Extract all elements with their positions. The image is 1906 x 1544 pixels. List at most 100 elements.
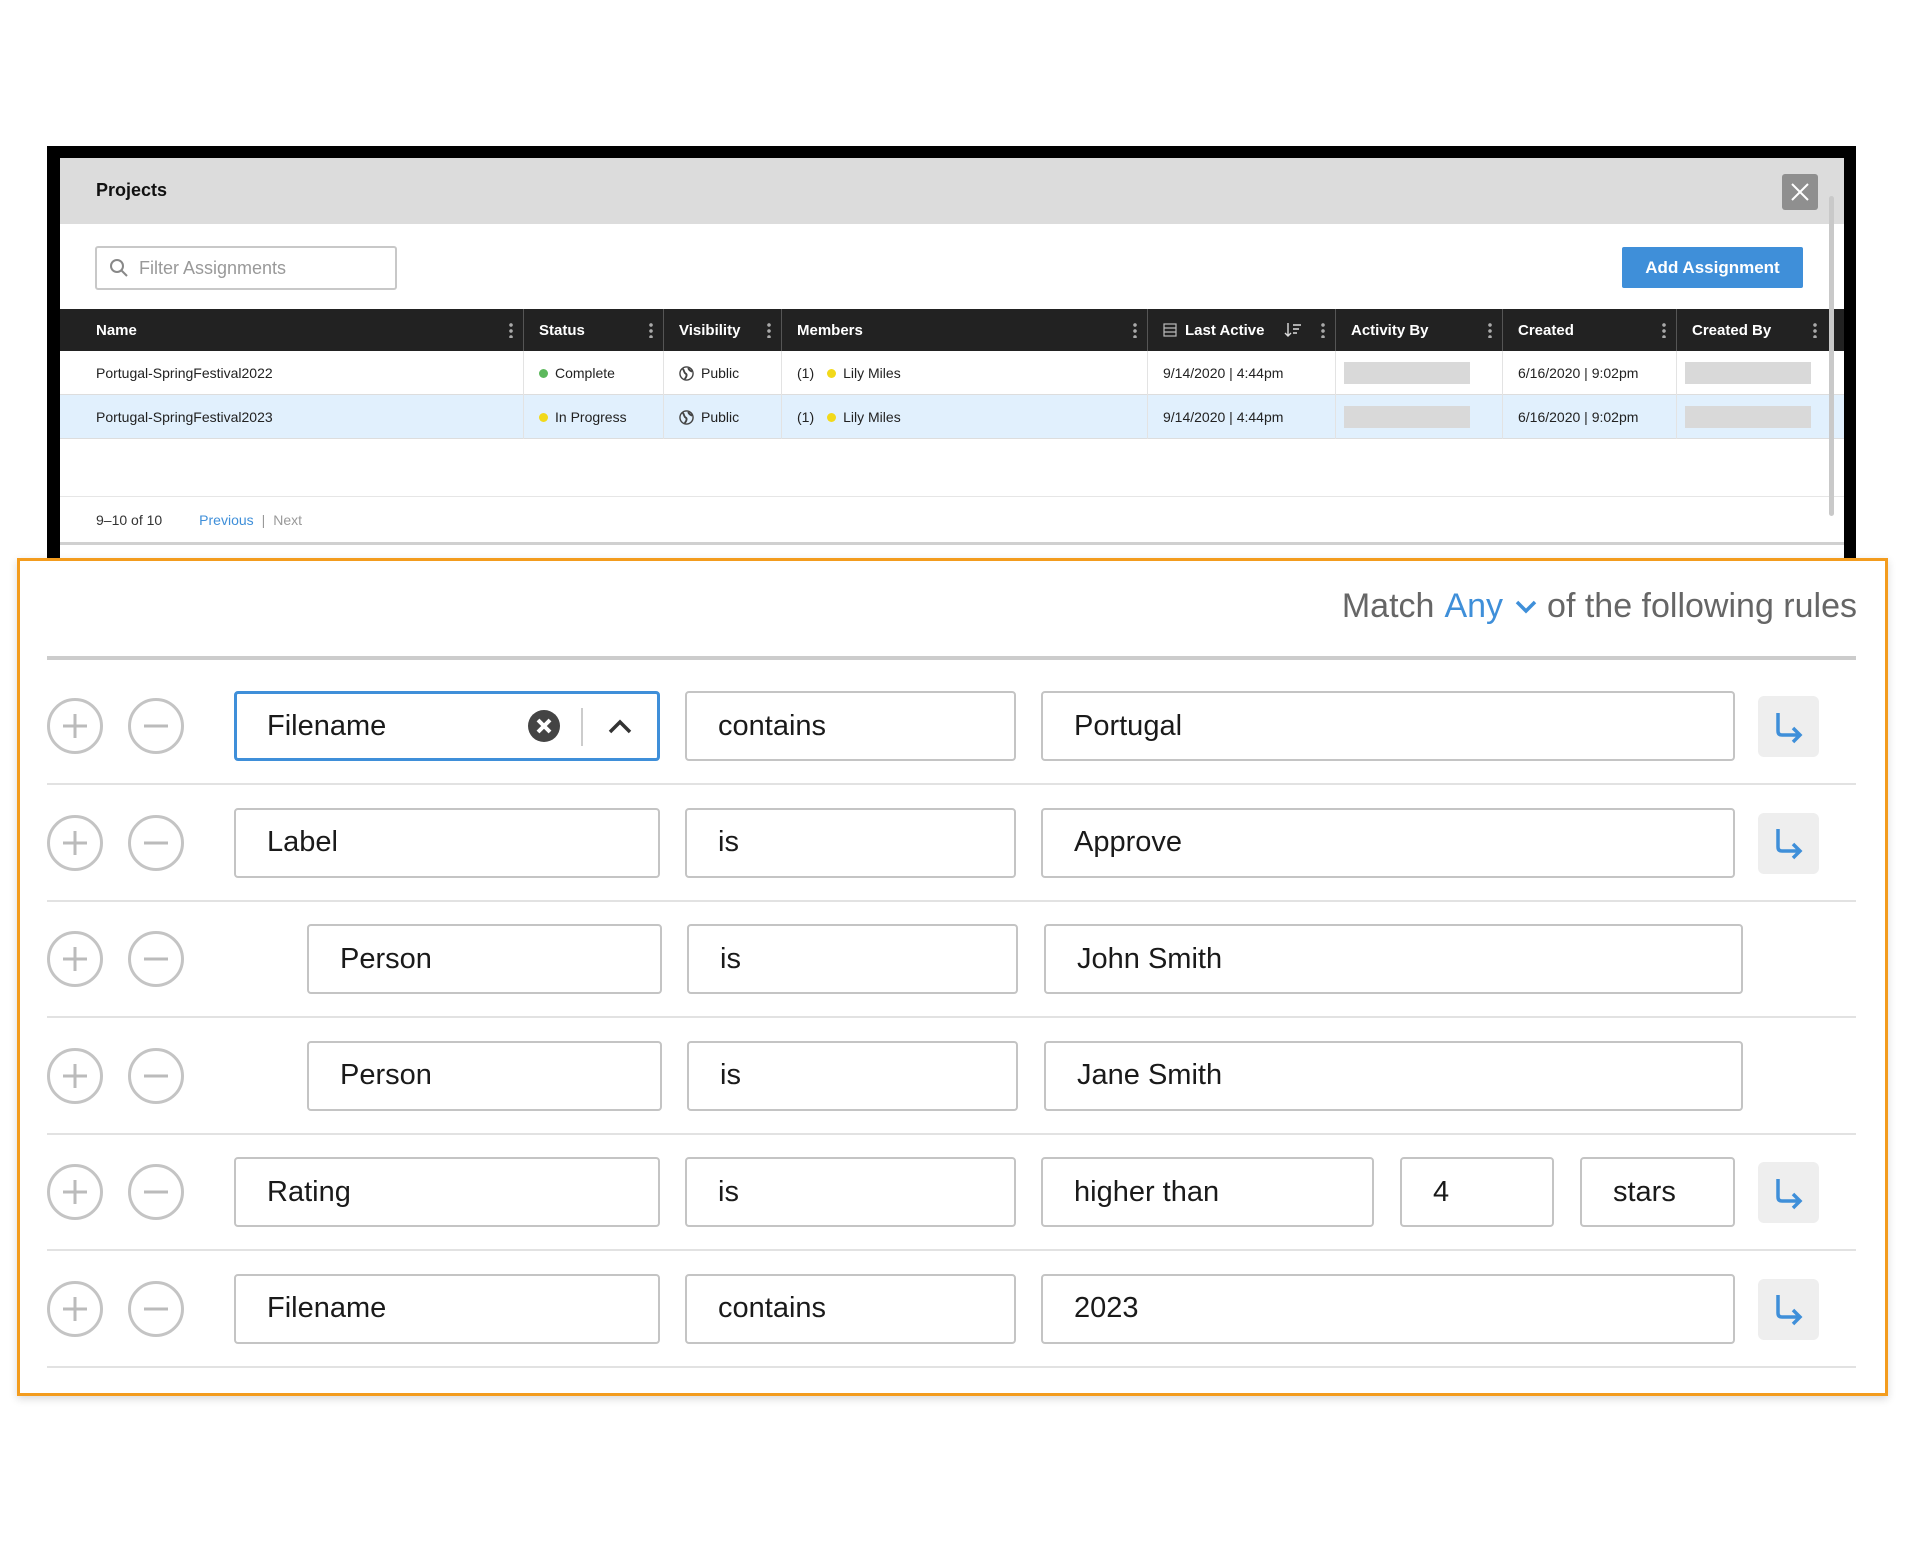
- visibility-text: Public: [701, 365, 740, 381]
- nest-rule-button[interactable]: [1758, 696, 1819, 757]
- plus-icon: [63, 714, 87, 738]
- column-label: Name: [96, 321, 137, 339]
- table-header: Name Status Visibility Members Last Acti…: [60, 309, 1844, 351]
- field-select[interactable]: Filename: [234, 1273, 660, 1344]
- column-menu-icon[interactable]: [1133, 322, 1137, 338]
- nest-rule-button[interactable]: [1758, 1278, 1819, 1340]
- column-label: Created: [1518, 321, 1574, 339]
- member-dot-icon: [827, 412, 837, 422]
- column-label: Status: [539, 321, 585, 339]
- column-menu-icon[interactable]: [649, 322, 653, 338]
- column-header-visibility[interactable]: Visibility: [664, 309, 782, 351]
- column-menu-icon[interactable]: [1813, 322, 1817, 338]
- cell-created-by: [1677, 395, 1827, 439]
- remove-rule-button[interactable]: [128, 1164, 184, 1220]
- cell-status: Complete: [524, 351, 664, 395]
- match-mode-dropdown[interactable]: Any: [1444, 587, 1537, 626]
- operator-select[interactable]: is: [687, 924, 1018, 994]
- table-row[interactable]: Portugal-SpringFestival2022 Complete Publi…: [60, 351, 1844, 395]
- match-rule-header: Match Any of the following rules: [1342, 587, 1857, 626]
- comparison-value: higher than: [1074, 1175, 1220, 1208]
- comparison-select[interactable]: higher than: [1041, 1157, 1374, 1227]
- rule-row: Filename contains Portugal: [47, 669, 1856, 785]
- value-input[interactable]: John Smith: [1044, 924, 1743, 994]
- column-header-created[interactable]: Created: [1503, 309, 1677, 351]
- operator-select[interactable]: contains: [685, 691, 1016, 761]
- column-menu-icon[interactable]: [1321, 322, 1325, 338]
- remove-rule-button[interactable]: [128, 698, 184, 754]
- operator-value: is: [718, 826, 739, 858]
- remove-rule-button[interactable]: [128, 1047, 184, 1104]
- cell-created: 6/16/2020 | 9:02pm: [1503, 351, 1677, 395]
- field-select[interactable]: Label: [234, 807, 660, 878]
- nest-rule-button[interactable]: [1758, 812, 1819, 874]
- rule-row: Person is Jane Smith: [47, 1019, 1856, 1135]
- operator-select[interactable]: is: [687, 1040, 1018, 1111]
- rating-number-input[interactable]: 4: [1400, 1157, 1554, 1227]
- column-header-status[interactable]: Status: [524, 309, 664, 351]
- add-assignment-button[interactable]: Add Assignment: [1622, 247, 1803, 288]
- operator-select[interactable]: contains: [685, 1273, 1016, 1344]
- cell-members: (1) Lily Miles: [782, 395, 1148, 439]
- field-value: Person: [340, 1059, 432, 1091]
- rule-row: Label is Approve: [47, 786, 1856, 902]
- operator-select[interactable]: is: [685, 807, 1016, 878]
- filter-assignments-field[interactable]: [95, 246, 397, 290]
- column-menu-icon[interactable]: [767, 322, 771, 338]
- clear-icon[interactable]: [527, 709, 561, 743]
- remove-rule-button[interactable]: [128, 1280, 184, 1337]
- previous-link[interactable]: Previous: [199, 512, 253, 528]
- project-name[interactable]: Portugal-SpringFestival2023: [96, 409, 273, 425]
- select-divider: [581, 708, 583, 746]
- column-header-last-active[interactable]: Last Active: [1148, 309, 1336, 351]
- value-input[interactable]: Jane Smith: [1044, 1040, 1743, 1111]
- close-icon: [1791, 183, 1809, 201]
- operator-value: is: [720, 942, 741, 975]
- value-input[interactable]: Approve: [1041, 807, 1735, 878]
- member-dot-icon: [827, 368, 837, 378]
- operator-select[interactable]: is: [685, 1157, 1016, 1227]
- close-button[interactable]: [1782, 174, 1818, 210]
- add-rule-button[interactable]: [47, 931, 103, 987]
- table-row[interactable]: Portugal-SpringFestival2023 In Progress Pu…: [60, 395, 1844, 439]
- next-link[interactable]: Next: [273, 512, 302, 528]
- remove-rule-button[interactable]: [128, 931, 184, 987]
- column-menu-icon[interactable]: [1488, 322, 1492, 338]
- add-rule-button[interactable]: [47, 814, 103, 871]
- minus-icon: [144, 1074, 168, 1077]
- rule-value: 2023: [1074, 1292, 1139, 1324]
- column-header-activity-by[interactable]: Activity By: [1336, 309, 1503, 351]
- panel-header: Projects: [60, 158, 1844, 224]
- operator-value: contains: [718, 1292, 827, 1324]
- rule-value: Approve: [1074, 826, 1183, 858]
- value-input[interactable]: 2023: [1041, 1273, 1735, 1344]
- value-input[interactable]: Portugal: [1041, 691, 1735, 761]
- column-header-name[interactable]: Name: [60, 309, 524, 351]
- field-select[interactable]: Person: [307, 1040, 662, 1111]
- add-rule-button[interactable]: [47, 698, 103, 754]
- column-label: Visibility: [679, 321, 741, 339]
- field-select[interactable]: Filename: [234, 691, 660, 761]
- filter-assignments-input[interactable]: [139, 257, 379, 279]
- cell-members: (1) Lily Miles: [782, 351, 1148, 395]
- field-select[interactable]: Rating: [234, 1157, 660, 1227]
- column-header-created-by[interactable]: Created By: [1677, 309, 1827, 351]
- operator-value: is: [720, 1059, 741, 1091]
- field-select[interactable]: Person: [307, 924, 662, 994]
- unit-select[interactable]: stars: [1580, 1157, 1735, 1227]
- nest-rule-button[interactable]: [1758, 1162, 1819, 1223]
- rules-panel: Match Any of the following rules Filenam…: [17, 558, 1888, 1396]
- add-rule-button[interactable]: [47, 1280, 103, 1337]
- add-rule-button[interactable]: [47, 1047, 103, 1104]
- column-header-members[interactable]: Members: [782, 309, 1148, 351]
- column-label: Members: [797, 321, 863, 339]
- column-menu-icon[interactable]: [1662, 322, 1666, 338]
- remove-rule-button[interactable]: [128, 814, 184, 871]
- add-rule-button[interactable]: [47, 1164, 103, 1220]
- scrollbar[interactable]: [1829, 196, 1834, 516]
- project-name[interactable]: Portugal-SpringFestival2022: [96, 365, 273, 381]
- status-text: Complete: [555, 365, 615, 381]
- chevron-up-icon[interactable]: [607, 718, 633, 734]
- column-menu-icon[interactable]: [509, 322, 513, 338]
- sort-descending-icon[interactable]: [1284, 322, 1302, 338]
